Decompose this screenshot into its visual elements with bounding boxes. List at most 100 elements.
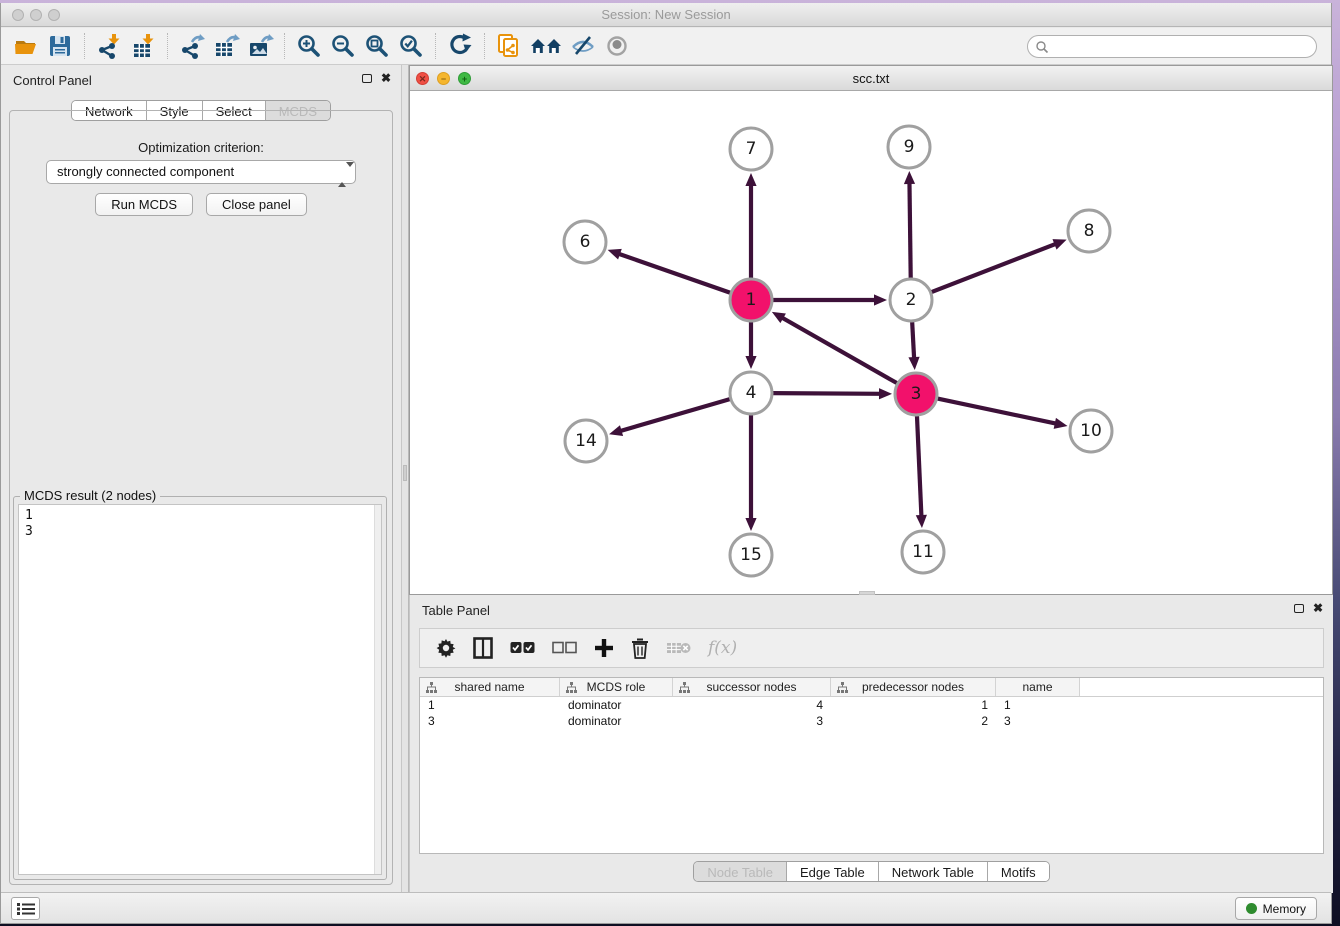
- close-panel-icon[interactable]: ✖: [1313, 603, 1323, 613]
- shared-column-icon: [426, 682, 437, 693]
- mcds-result-line: 3: [25, 524, 375, 540]
- zoom-in-icon[interactable]: [292, 31, 326, 61]
- save-session-icon[interactable]: [43, 31, 77, 61]
- show-all-icon[interactable]: [600, 31, 634, 61]
- tab-edge-table[interactable]: Edge Table: [787, 862, 879, 881]
- toolbar-separator: [484, 33, 485, 59]
- function-builder-icon[interactable]: f(x): [708, 638, 737, 658]
- graph-edge-arrowhead: [745, 173, 756, 186]
- run-mcds-button[interactable]: Run MCDS: [95, 193, 193, 216]
- table-cell[interactable]: 1: [996, 697, 1080, 713]
- graph-node-label: 6: [580, 232, 591, 252]
- column-header-MCDS-role[interactable]: MCDS role: [560, 678, 673, 696]
- graph-edge[interactable]: [938, 399, 1058, 424]
- graph-edge[interactable]: [617, 253, 730, 293]
- graph-node-label: 1: [746, 290, 757, 310]
- graph-node-label: 11: [912, 542, 934, 562]
- graph-edge-arrowhead: [609, 425, 623, 436]
- table-row[interactable]: 1dominator411: [420, 697, 1323, 713]
- graph-node-label: 8: [1084, 221, 1095, 241]
- graph-edge[interactable]: [932, 243, 1058, 292]
- graph-edge[interactable]: [773, 393, 882, 394]
- graph-node-label: 2: [906, 290, 917, 310]
- zoom-out-icon[interactable]: [326, 31, 360, 61]
- zoom-selected-icon[interactable]: [394, 31, 428, 61]
- column-header-name[interactable]: name: [996, 678, 1080, 696]
- table-cell[interactable]: 3: [420, 713, 560, 729]
- vertical-splitter[interactable]: [401, 65, 409, 893]
- toolbar-separator: [167, 33, 168, 59]
- table-toolbar: f(x): [419, 628, 1324, 668]
- table-cell[interactable]: 2: [831, 713, 996, 729]
- memory-status-icon: [1246, 903, 1257, 914]
- control-panel-title: Control Panel: [13, 73, 92, 88]
- column-header-shared-name[interactable]: shared name: [420, 678, 560, 696]
- close-panel-icon[interactable]: ✖: [381, 73, 391, 83]
- table-panel-tabs: Node TableEdge TableNetwork TableMotifs: [693, 861, 1049, 882]
- graph-edge[interactable]: [781, 317, 897, 383]
- first-neighbors-icon[interactable]: [526, 31, 566, 61]
- graph-node-label: 15: [740, 545, 762, 565]
- show-column-dialog-icon[interactable]: [472, 637, 494, 659]
- task-history-button[interactable]: [11, 897, 40, 920]
- graph-edge-arrowhead: [745, 518, 756, 531]
- shared-column-icon: [566, 682, 577, 693]
- graph-edge-arrowhead: [608, 249, 622, 260]
- import-network-icon[interactable]: [92, 31, 126, 61]
- graph-edge[interactable]: [917, 416, 922, 518]
- criterion-select[interactable]: strongly connected component: [46, 160, 356, 184]
- tab-motifs[interactable]: Motifs: [988, 862, 1049, 881]
- network-from-selection-icon[interactable]: [492, 31, 526, 61]
- float-panel-icon[interactable]: [1294, 604, 1304, 613]
- shared-column-icon: [837, 682, 848, 693]
- toolbar-separator: [435, 33, 436, 59]
- result-scrollbar[interactable]: [374, 505, 381, 874]
- graph-edge-arrowhead: [874, 294, 887, 305]
- hide-selected-icon[interactable]: [566, 31, 600, 61]
- import-table-icon[interactable]: [126, 31, 160, 61]
- graph-edge-arrowhead: [745, 356, 756, 369]
- toolbar-separator: [84, 33, 85, 59]
- table-cell[interactable]: dominator: [560, 697, 673, 713]
- table-cell[interactable]: 3: [996, 713, 1080, 729]
- table-cell[interactable]: 1: [420, 697, 560, 713]
- table-cell[interactable]: 3: [673, 713, 831, 729]
- column-header-successor-nodes[interactable]: successor nodes: [673, 678, 831, 696]
- network-view-window: ✕ − + scc.txt 7968124314101511: [409, 65, 1333, 595]
- apply-layout-icon[interactable]: [443, 31, 477, 61]
- table-cell[interactable]: 1: [831, 697, 996, 713]
- search-input[interactable]: [1027, 35, 1317, 58]
- unselect-all-columns-icon[interactable]: [552, 641, 578, 655]
- delete-column-icon[interactable]: [666, 640, 692, 656]
- mcds-result-group: MCDS result (2 nodes) 13: [13, 496, 387, 880]
- select-all-columns-icon[interactable]: [510, 641, 536, 655]
- optimization-criterion-label: Optimization criterion:: [1, 140, 401, 155]
- column-header-predecessor-nodes[interactable]: predecessor nodes: [831, 678, 996, 696]
- table-cell[interactable]: dominator: [560, 713, 673, 729]
- graph-node-label: 14: [575, 431, 597, 451]
- close-panel-button[interactable]: Close panel: [206, 193, 307, 216]
- network-title: scc.txt: [410, 71, 1332, 86]
- network-canvas[interactable]: 7968124314101511: [410, 91, 1332, 594]
- mcds-result-textarea[interactable]: 13: [18, 504, 382, 875]
- graph-edge[interactable]: [619, 399, 730, 431]
- tab-network-table[interactable]: Network Table: [879, 862, 988, 881]
- table-row[interactable]: 3dominator323: [420, 713, 1323, 729]
- open-session-icon[interactable]: [9, 31, 43, 61]
- memory-button[interactable]: Memory: [1235, 897, 1317, 920]
- export-network-icon[interactable]: [175, 31, 209, 61]
- table-settings-icon[interactable]: [436, 638, 456, 658]
- export-table-icon[interactable]: [209, 31, 243, 61]
- main-toolbar: [1, 28, 1331, 65]
- table-cell[interactable]: 4: [673, 697, 831, 713]
- export-image-icon[interactable]: [243, 31, 277, 61]
- graph-edge[interactable]: [909, 181, 910, 278]
- tab-node-table[interactable]: Node Table: [694, 862, 787, 881]
- graph-edge[interactable]: [912, 322, 914, 360]
- session-title: Session: New Session: [1, 7, 1331, 22]
- zoom-fit-icon[interactable]: [360, 31, 394, 61]
- table-header-row: shared nameMCDS rolesuccessor nodesprede…: [420, 678, 1323, 697]
- float-panel-icon[interactable]: [362, 74, 372, 83]
- add-column-icon[interactable]: [594, 638, 614, 658]
- delete-row-icon[interactable]: [630, 637, 650, 659]
